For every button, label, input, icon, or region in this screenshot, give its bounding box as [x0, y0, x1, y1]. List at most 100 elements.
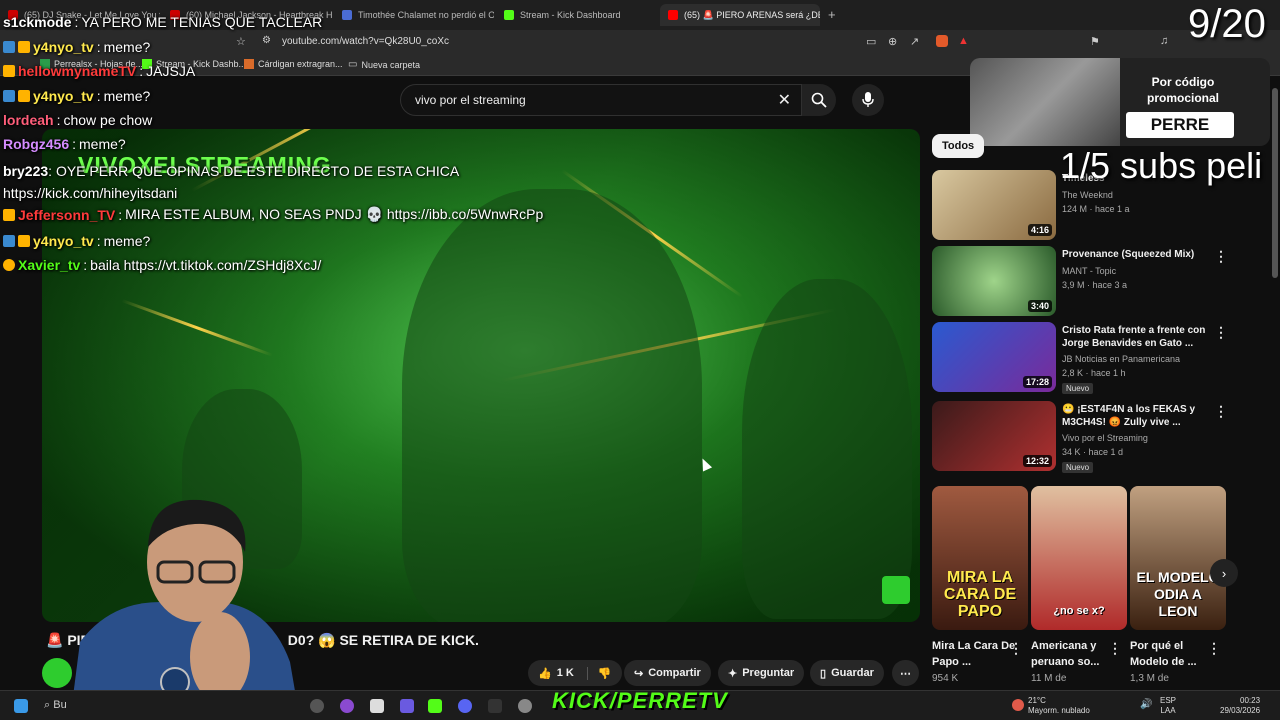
shorts-next-button[interactable]: ›	[1210, 559, 1238, 587]
more-actions-button[interactable]: ⋯	[892, 660, 919, 686]
channel-avatar[interactable]	[42, 658, 72, 688]
folder-icon: ▭	[348, 59, 358, 70]
more-options-icon[interactable]: ⋮	[1214, 248, 1228, 265]
bookmark-item[interactable]: Perrealsx - Hojas de...	[40, 59, 143, 69]
video-title[interactable]: Provenance (Squeezed Mix)	[1062, 248, 1232, 261]
more-options-icon[interactable]: ⋮	[1009, 640, 1023, 657]
browser-tab-bar: (65) DJ Snake - Let Me Love You ft. (60)…	[0, 0, 1280, 30]
channel-name[interactable]: The Weeknd	[1062, 190, 1113, 200]
video-thumbnail[interactable]: 17:28	[932, 322, 1056, 392]
browser-tab-active[interactable]: (65) 🚨 PIERO ARENAS será ¿DE ✕	[660, 4, 820, 26]
system-clock[interactable]: 00:23 29/03/2026	[1220, 696, 1260, 716]
clock-time: 00:23	[1240, 696, 1261, 705]
media-icon[interactable]: ♫	[1160, 35, 1168, 47]
more-options-icon[interactable]: ⋮	[1108, 640, 1122, 657]
video-title[interactable]: 😬 ¡EST4F4N a los FEKAS y M3CH4S! 😡 Zully…	[1062, 403, 1232, 429]
ask-button[interactable]: ✦ Preguntar	[718, 660, 805, 686]
recommendation-item[interactable]: 3:40 Provenance (Squeezed Mix) MANT - To…	[932, 246, 1272, 318]
short-thumbnail[interactable]: EL MODELO ODIA A LEON	[1130, 486, 1226, 630]
bookmark-item[interactable]: Stream - Kick Dashb...	[142, 59, 246, 69]
more-options-icon[interactable]: ⋮	[1214, 324, 1228, 341]
cast-icon[interactable]: ▭	[866, 35, 876, 48]
recommendation-item[interactable]: 17:28 Cristo Rata frente a frente con Jo…	[932, 322, 1272, 394]
channel-name[interactable]: MANT - Topic	[1062, 266, 1116, 276]
new-tab-button[interactable]: +	[828, 7, 836, 22]
clear-search-icon[interactable]: ✕	[778, 90, 791, 110]
address-bar-row: ☆ ⚙ youtube.com/watch?v=Qk28U0_coXc ▭ ⊕ …	[0, 30, 1280, 54]
person-silhouette	[402, 189, 702, 622]
search-button[interactable]	[802, 84, 836, 116]
bookmark-label: Perrealsx - Hojas de...	[54, 59, 144, 69]
language-indicator[interactable]: ESP LAA	[1160, 696, 1176, 716]
grid-app-icon[interactable]	[400, 699, 414, 713]
more-options-icon[interactable]: ⋮	[1214, 403, 1228, 420]
extensions-icon[interactable]: ⚑	[1090, 35, 1100, 48]
sidebar-scrollbar[interactable]	[1272, 88, 1278, 278]
channel-watermark-icon[interactable]	[882, 576, 910, 604]
video-title[interactable]: Cristo Rata frente a frente con Jorge Be…	[1062, 324, 1232, 350]
tab-label: (65) 🚨 PIERO ARENAS será ¿DE	[684, 9, 820, 20]
browser-tab[interactable]: (60) Michael Jackson - Heartbreak Ho	[162, 4, 332, 26]
bookmark-label: Cárdigan extragran...	[258, 59, 343, 69]
zoom-icon[interactable]: ⊕	[888, 35, 897, 48]
video-thumbnail[interactable]: 12:32	[932, 401, 1056, 471]
bookmark-item[interactable]: Cárdigan extragran...	[244, 59, 343, 69]
video-duration: 3:40	[1027, 300, 1052, 312]
filter-chip-all[interactable]: Todos	[932, 134, 985, 158]
windows-start-icon[interactable]	[14, 699, 28, 713]
video-thumbnail[interactable]: 3:40	[932, 246, 1056, 316]
channel-name[interactable]: JB Noticias en Panamericana	[1062, 354, 1180, 364]
browser-tab[interactable]: (65) DJ Snake - Let Me Love You ft.	[0, 4, 160, 26]
brave-shield-icon[interactable]	[936, 35, 948, 47]
short-title[interactable]: Mira La Cara De Papo ...	[932, 638, 1016, 670]
recommendation-item[interactable]: 12:32 😬 ¡EST4F4N a los FEKAS y M3CH4S! 😡…	[932, 401, 1272, 473]
weather-widget[interactable]: 21°C Mayorm. nublado	[1028, 696, 1090, 716]
discord-icon[interactable]	[458, 699, 472, 713]
volume-icon[interactable]: 🔊	[1140, 699, 1152, 710]
thumbs-down-icon[interactable]: 👎	[586, 666, 612, 680]
more-options-icon[interactable]: ⋮	[1207, 640, 1221, 657]
news-favicon-icon	[342, 10, 352, 20]
obs-icon[interactable]	[340, 699, 354, 713]
streamer-webcam	[70, 499, 300, 720]
channel-name[interactable]: Vivo por el Streaming	[1062, 433, 1148, 443]
video-meta: 3,9 M · hace 3 a	[1062, 280, 1128, 290]
share-icon[interactable]: ↗	[910, 35, 919, 48]
more-horizontal-icon: ⋯	[900, 667, 911, 680]
bookmark-folder[interactable]: ▭ Nueva carpeta	[348, 59, 420, 70]
short-title[interactable]: Americana y peruano so...	[1031, 638, 1115, 670]
share-button[interactable]: ↪ Compartir	[624, 660, 711, 686]
browser-icon[interactable]	[518, 699, 532, 713]
browser-tab[interactable]: Stream - Kick Dashboard	[496, 4, 656, 26]
siren-icon: 🚨	[46, 632, 64, 648]
chat-username: y4nyo_tv	[33, 88, 94, 104]
like-button[interactable]: 👍 1 K 👎	[528, 660, 622, 686]
bookmark-label: Nueva carpeta	[361, 59, 420, 70]
video-overlay-title: VIVOXELSTREAMING	[78, 152, 332, 178]
site-info-icon[interactable]: ⚙	[262, 35, 271, 46]
weather-icon[interactable]	[1012, 699, 1024, 711]
weather-desc: Mayorm. nublado	[1028, 706, 1090, 715]
browser-tab[interactable]: Timothée Chalamet no perdió el Osc	[334, 4, 494, 26]
bookmark-star-icon[interactable]: ☆	[236, 35, 246, 48]
terminal-icon[interactable]	[488, 699, 502, 713]
app-icon[interactable]	[370, 699, 384, 713]
video-title-right: D0? 😱 SE RETIRA DE KICK.	[287, 632, 479, 648]
voice-search-button[interactable]	[852, 84, 884, 116]
sheets-icon	[40, 59, 50, 69]
kick-icon[interactable]	[428, 699, 442, 713]
promo-code[interactable]: PERRE	[1126, 112, 1234, 138]
save-button[interactable]: ▯ Guardar	[810, 660, 884, 686]
url-field[interactable]: youtube.com/watch?v=Qk28U0_coXc	[282, 36, 449, 47]
taskbar-search[interactable]: ⌕ Bu	[44, 699, 67, 712]
app-icon[interactable]	[310, 699, 324, 713]
search-input[interactable]: vivo por el streaming ✕	[400, 84, 802, 116]
rewards-icon[interactable]: ▲	[958, 35, 969, 47]
share-label: Compartir	[648, 667, 701, 679]
short-views: 1,3 M de	[1130, 673, 1169, 684]
badge-icon	[3, 90, 15, 102]
short-title[interactable]: Por qué el Modelo de ...	[1130, 638, 1214, 670]
video-thumbnail[interactable]: 4:16	[932, 170, 1056, 240]
short-thumbnail[interactable]: MIRA LA CARA DE PAPO	[932, 486, 1028, 630]
short-thumbnail[interactable]: ¿no se x?	[1031, 486, 1127, 630]
